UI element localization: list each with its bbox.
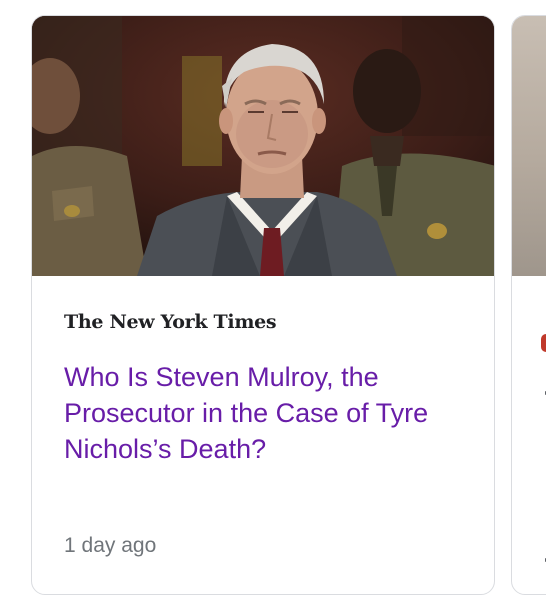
next-article-thumbnail[interactable] (512, 16, 546, 276)
publisher-logo: The New York Times (64, 311, 277, 333)
article-timestamp: 1 day ago (64, 534, 157, 557)
article-thumbnail[interactable] (32, 16, 494, 276)
next-news-card[interactable] (511, 15, 546, 595)
card-body: The New York Times Who Is Steven Mulroy,… (32, 311, 494, 467)
news-card[interactable]: The New York Times Who Is Steven Mulroy,… (31, 15, 495, 595)
next-publisher-logo (541, 334, 546, 352)
news-carousel: The New York Times Who Is Steven Mulroy,… (0, 0, 546, 601)
article-headline[interactable]: Who Is Steven Mulroy, the Prosecutor in … (64, 359, 464, 467)
article-photo (32, 16, 494, 276)
